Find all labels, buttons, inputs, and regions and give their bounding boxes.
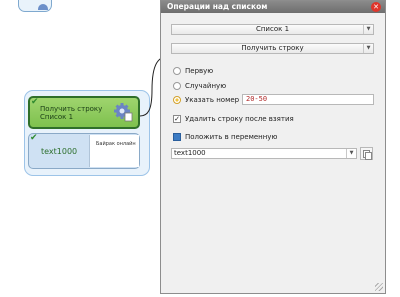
check-icon: ✔ <box>30 133 38 143</box>
remove-after-take-label: Удалить строку после взятия <box>185 115 294 123</box>
operation-select-value: Получить строку <box>241 44 304 52</box>
variable-select[interactable]: text1000 ▼ <box>171 148 357 159</box>
store-in-variable-label: Положить в переменную <box>185 133 278 141</box>
variable-select-value: text1000 <box>174 149 206 157</box>
variable-preview: Байрак онлайн <box>89 135 139 167</box>
radio-first[interactable] <box>173 67 181 75</box>
radio-random[interactable] <box>173 82 181 90</box>
line-number-input[interactable]: 20-50 <box>242 94 374 105</box>
action-node-title: Получить строку Список 1 <box>40 105 102 121</box>
radio-random-label: Случайную <box>185 82 227 90</box>
dialog-title: Операции над списком <box>167 2 268 11</box>
radio-first-label: Первую <box>185 67 214 75</box>
check-icon: ✔ <box>31 97 39 107</box>
variable-node[interactable]: ✔ text1000 Байрак онлайн <box>28 133 140 169</box>
get-line-action-node[interactable]: ✔ Получить строку Список 1 <box>28 96 140 129</box>
remove-after-take-checkbox[interactable]: ✓ <box>173 115 181 123</box>
action-node-line2: Список 1 <box>40 113 74 121</box>
store-in-variable-checkbox[interactable] <box>173 133 181 141</box>
list-select[interactable]: Список 1 ▼ <box>171 24 374 35</box>
chevron-down-icon[interactable]: ▼ <box>363 25 373 34</box>
resize-grip-icon[interactable] <box>375 283 383 291</box>
list-select-value: Список 1 <box>255 25 290 33</box>
action-node-line1: Получить строку <box>40 105 103 113</box>
list-operations-dialog: Операции над списком ✕ Список 1 ▼ Получи… <box>160 0 386 294</box>
radio-specify-number[interactable] <box>173 96 181 104</box>
operation-select[interactable]: Получить строку ▼ <box>171 43 374 54</box>
gear-icon <box>38 4 48 10</box>
dialog-header[interactable]: Операции над списком ✕ <box>161 1 385 13</box>
chevron-down-icon[interactable]: ▼ <box>346 149 356 158</box>
chevron-down-icon[interactable]: ▼ <box>363 44 373 53</box>
gear-icon <box>114 103 133 122</box>
radio-specify-number-label: Указать номер <box>185 96 240 104</box>
copy-icon[interactable] <box>360 147 373 160</box>
close-icon[interactable]: ✕ <box>371 2 381 12</box>
previous-block-fragment[interactable] <box>18 0 52 12</box>
variable-node-name: text1000 <box>41 147 78 156</box>
